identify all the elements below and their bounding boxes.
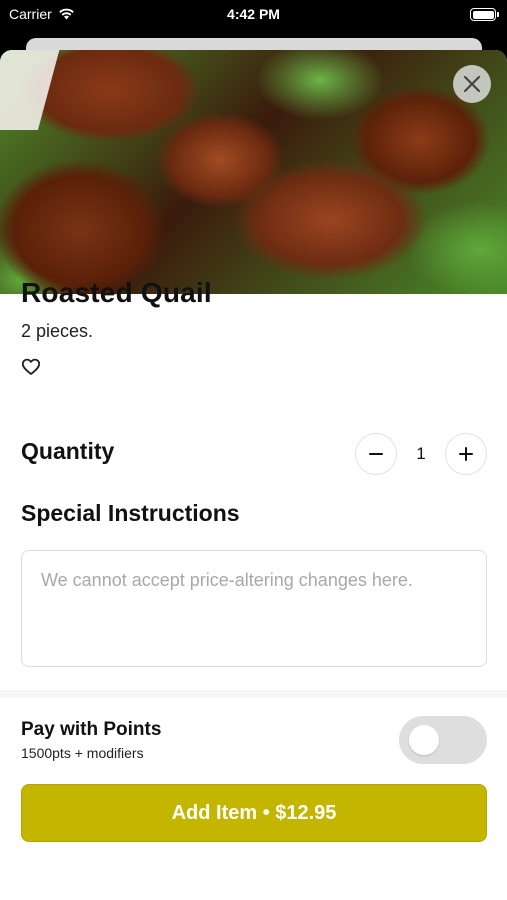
heart-icon[interactable] [21, 357, 41, 377]
close-button[interactable] [453, 65, 491, 103]
status-time: 4:42 PM [227, 6, 280, 22]
toggle-knob [409, 725, 439, 755]
decrease-quantity-button[interactable] [355, 433, 397, 475]
section-divider [0, 690, 507, 698]
item-photo [0, 50, 507, 294]
add-item-button[interactable]: Add Item • $12.95 [21, 784, 487, 842]
special-instructions-input[interactable] [21, 550, 487, 667]
special-instructions-label: Special Instructions [21, 500, 240, 526]
item-name: Roasted Quail [21, 277, 212, 308]
quantity-label: Quantity [21, 438, 115, 464]
battery-icon [470, 8, 499, 21]
item-detail-sheet [0, 50, 507, 900]
plus-icon [459, 447, 473, 461]
close-icon [463, 75, 481, 93]
add-item-label: Add Item • $12.95 [171, 801, 337, 824]
pay-with-points-toggle[interactable] [399, 716, 487, 764]
pay-with-points-label: Pay with Points [21, 719, 162, 740]
points-cost-label: 1500pts + modifiers [21, 745, 144, 761]
increase-quantity-button[interactable] [445, 433, 487, 475]
minus-icon [369, 453, 383, 455]
status-bar: Carrier 4:42 PM [0, 0, 507, 30]
item-description: 2 pieces. [21, 321, 94, 341]
quantity-value: 1 [416, 444, 426, 463]
plate-edge [0, 50, 63, 130]
